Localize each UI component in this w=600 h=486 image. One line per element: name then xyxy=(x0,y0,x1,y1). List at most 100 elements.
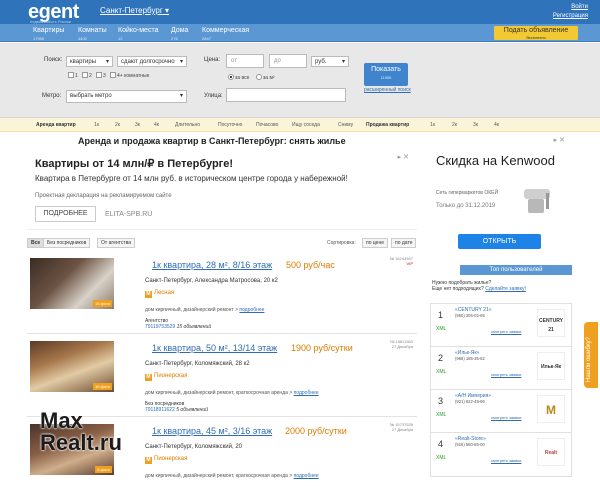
login-link[interactable]: Войти xyxy=(553,3,588,12)
auth-links: Войти Регистрация xyxy=(553,3,588,21)
sale-link-4k[interactable]: 4к xyxy=(494,122,499,128)
rooms-3-checkbox[interactable]: 3 xyxy=(96,72,106,79)
side-ad-note: Сеть гипермаркетов ОКЕЙ xyxy=(436,190,499,196)
user-card[interactable]: 1 XML «CENTURY 21» (950) 306-02-65 смотре… xyxy=(430,303,572,348)
listing-address: Санкт-Петербург, Коломяжский, 28 к2 xyxy=(145,361,250,367)
show-results-button[interactable]: Показать 11906 xyxy=(364,63,408,86)
nav-item-houses[interactable]: Дома 276 xyxy=(171,27,188,42)
rent-link-2k[interactable]: 2к xyxy=(115,122,120,128)
rent-link-daily[interactable]: Посуточно xyxy=(218,122,242,128)
filter-no-broker[interactable]: Без посредников xyxy=(43,238,91,248)
xml-icon[interactable]: XML xyxy=(436,412,446,418)
xml-icon[interactable]: XML xyxy=(436,369,446,375)
currency-select[interactable]: руб. ▾ xyxy=(311,56,349,67)
user-name[interactable]: «Realt-Store» (916) 560-65-00 xyxy=(455,436,486,448)
side-ad-banner[interactable]: ▸ ✕ Скидка на Kenwood Сеть гипермаркетов… xyxy=(428,133,573,253)
request-link[interactable]: Сделайте заявку! xyxy=(485,286,526,292)
extended-search-link[interactable]: расширенный поиск xyxy=(364,87,411,93)
watermark: Max Realt.ru xyxy=(40,408,122,455)
ad-more-button[interactable]: ПОДРОБНЕЕ xyxy=(35,206,96,222)
main-ad-banner[interactable]: ▸ ✕ Квартиры от 14 млн/₽ в Петербурге! К… xyxy=(27,150,417,230)
price-from-input[interactable]: от xyxy=(226,54,264,68)
rent-link-1k[interactable]: 1к xyxy=(94,122,99,128)
listing-title[interactable]: 1к квартира, 50 м², 13/14 этаж xyxy=(152,343,277,353)
view-requests-link[interactable]: смотреть заявки xyxy=(491,415,521,420)
listing-title[interactable]: 1к квартира, 45 м², 3/16 этаж xyxy=(152,426,272,436)
rent-link-wanted[interactable]: Сниму xyxy=(338,122,353,128)
sale-link-1k[interactable]: 1к xyxy=(430,122,435,128)
photo-count: 10 фото xyxy=(93,383,112,390)
street-input[interactable] xyxy=(226,88,346,102)
user-name[interactable]: «А/Н Империя» (921) 622-49-96 xyxy=(455,393,491,405)
xml-icon[interactable]: XML xyxy=(436,326,446,332)
rooms-4plus-checkbox[interactable]: 4+ комнатные xyxy=(110,72,149,79)
sort-date[interactable]: по дате xyxy=(391,238,417,248)
ad-choices-icon[interactable]: ▸ ✕ xyxy=(398,153,409,161)
sale-link-3k[interactable]: 3к xyxy=(473,122,478,128)
side-ad-open-button[interactable]: ОТКРЫТЬ xyxy=(458,234,541,249)
ad-url[interactable]: ELITA-SPB.RU xyxy=(105,211,152,218)
listing-title[interactable]: 1к квартира, 28 м², 8/16 этаж xyxy=(152,260,272,270)
rent-link-4k[interactable]: 4к xyxy=(154,122,159,128)
city-selector[interactable]: Санкт-Петербург ▾ xyxy=(100,6,169,15)
more-link[interactable]: подробнее xyxy=(294,390,319,396)
nav-item-apartments[interactable]: Квартиры 17956 xyxy=(33,27,64,42)
metro-icon: М xyxy=(145,457,152,464)
user-card[interactable]: 2 XML «Ильк-Як» (968) 185-35-62 смотреть … xyxy=(430,346,572,391)
user-name[interactable]: «Ильк-Як» (968) 185-35-62 xyxy=(455,350,485,362)
filter-agency[interactable]: От агентства xyxy=(97,238,136,248)
listing-address: Санкт-Петербург, Александра Матросова, 2… xyxy=(145,278,278,284)
photo-count: 15 фото xyxy=(93,300,112,307)
property-type-select[interactable]: квартиры ▾ xyxy=(66,56,113,67)
rent-link-long[interactable]: Длительно xyxy=(175,122,200,128)
listing-photo[interactable]: 10 фото xyxy=(30,341,114,392)
rooms-2-checkbox[interactable]: 2 xyxy=(82,72,92,79)
report-error-tab[interactable]: Нашли ошибку? xyxy=(584,322,598,388)
view-requests-link[interactable]: смотреть заявки xyxy=(491,372,521,377)
more-link[interactable]: подробнее xyxy=(239,307,264,313)
listing-metro: М Лесная xyxy=(145,290,175,298)
sort-price[interactable]: по цене xyxy=(362,238,389,248)
term-select[interactable]: сдают долгосрочно ▾ xyxy=(117,56,187,67)
listing-photo[interactable]: 15 фото xyxy=(30,258,114,309)
rooms-1-checkbox[interactable]: 1 xyxy=(68,72,78,79)
user-name[interactable]: «CENTURY 21» (950) 306-02-65 xyxy=(455,307,492,319)
ad-note: Проектная декларация на рекламируемом са… xyxy=(35,193,172,199)
ad-choices-icon[interactable]: ▸ ✕ xyxy=(554,136,565,144)
quick-links-bar: Аренда квартир 1к 2к 3к 4к Длительно Пос… xyxy=(0,118,600,132)
chevron-down-icon: ▾ xyxy=(105,59,109,65)
post-ad-button[interactable]: Подать объявление бесплатно xyxy=(494,26,578,40)
rent-link-roommate[interactable]: Ищу соседа xyxy=(292,122,320,128)
filter-all[interactable]: Все xyxy=(27,238,45,248)
user-rank: 1 xyxy=(438,310,444,320)
price-all-radio[interactable]: за все xyxy=(228,74,249,81)
user-rank: 2 xyxy=(438,353,444,363)
rent-link-hourly[interactable]: Почасово xyxy=(256,122,278,128)
xml-icon[interactable]: XML xyxy=(436,455,446,461)
listing-item[interactable]: 10 фото 1к квартира, 50 м², 13/14 этаж 1… xyxy=(27,337,417,417)
nav-item-beds[interactable]: Койко-места 12 xyxy=(118,27,158,42)
nav-item-commercial[interactable]: Коммерческая 2847 xyxy=(202,27,249,42)
rent-link-3k[interactable]: 3к xyxy=(135,122,140,128)
price-to-input[interactable]: до xyxy=(269,54,307,68)
listing-item[interactable]: 15 фото 1к квартира, 28 м², 8/16 этаж 50… xyxy=(27,254,417,334)
chevron-down-icon: ▾ xyxy=(164,6,169,15)
view-requests-link[interactable]: смотреть заявки xyxy=(491,458,521,463)
sale-link-2k[interactable]: 2к xyxy=(452,122,457,128)
user-card[interactable]: 3 XML «А/Н Империя» (921) 622-49-96 смотр… xyxy=(430,389,572,434)
search-panel: Поиск: квартиры ▾ сдают долгосрочно ▾ 1 2 … xyxy=(0,43,600,118)
view-requests-link[interactable]: смотреть заявки xyxy=(491,329,521,334)
nav-item-rooms[interactable]: Комнаты 4402 xyxy=(78,27,107,42)
mixer-icon xyxy=(524,189,550,213)
search-label: Поиск: xyxy=(44,57,63,63)
user-logo: Realt xyxy=(537,438,565,466)
metro-select[interactable]: выбрать метро ▾ xyxy=(66,90,187,103)
price-m2-radio[interactable]: за м² xyxy=(256,74,275,81)
register-link[interactable]: Регистрация xyxy=(553,12,588,21)
listing-metro: М Пионерская xyxy=(145,456,188,464)
user-card[interactable]: 4 XML «Realt-Store» (916) 560-65-00 смотр… xyxy=(430,432,572,477)
user-logo: М xyxy=(537,395,565,423)
listing-description: дом кирпичный, дизайнерский ремонт, крат… xyxy=(145,473,319,479)
listing-description: дом кирпичный, дизайнерский ремонт, крат… xyxy=(145,390,319,396)
more-link[interactable]: подробнее xyxy=(294,473,319,479)
